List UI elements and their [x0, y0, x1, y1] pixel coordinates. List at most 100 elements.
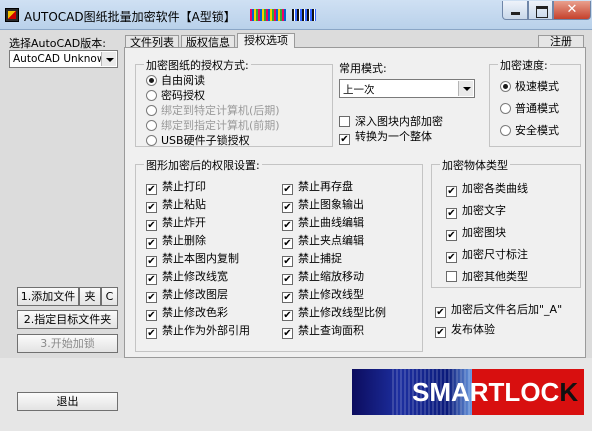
checkbox-box[interactable]: ✔: [146, 310, 157, 321]
clear-button[interactable]: C: [101, 287, 118, 306]
publish-checkbox[interactable]: ✔ 发布体验: [435, 324, 495, 338]
checkbox-box[interactable]: ✔: [282, 328, 293, 339]
permission-checkbox[interactable]: ✔ 禁止查询面积: [282, 325, 364, 339]
deep-encrypt-checkbox[interactable]: 深入图块内部加密: [339, 116, 443, 128]
checkbox-box[interactable]: ✔: [146, 292, 157, 303]
auth-radio-password[interactable]: 密码授权: [146, 90, 205, 102]
object-type-checkbox[interactable]: ✔ 加密各类曲线: [446, 183, 528, 197]
permission-checkbox[interactable]: ✔ 禁止修改线型比例: [282, 307, 386, 321]
radio-indicator[interactable]: [500, 103, 511, 114]
permission-checkbox[interactable]: ✔ 禁止缩放移动: [282, 271, 364, 285]
tab-auth-options[interactable]: 授权选项: [237, 33, 295, 48]
checkbox-box[interactable]: [339, 116, 350, 127]
checkbox-label: 禁止本图内复制: [162, 252, 239, 265]
checkbox-label: 禁止再存盘: [298, 180, 353, 193]
checkbox-box[interactable]: ✔: [435, 307, 446, 318]
permission-checkbox[interactable]: ✔ 禁止修改图层: [146, 289, 228, 303]
permission-checkbox[interactable]: ✔ 禁止再存盘: [282, 181, 353, 195]
radio-indicator[interactable]: [500, 125, 511, 136]
autocad-version-select[interactable]: AutoCAD Unknow: [9, 50, 118, 68]
auth-radio-usb[interactable]: USB硬件子锁授权: [146, 135, 250, 147]
permission-checkbox[interactable]: ✔ 禁止删除: [146, 235, 206, 249]
radio-indicator[interactable]: [146, 90, 157, 101]
permission-checkbox[interactable]: ✔ 禁止修改色彩: [146, 307, 228, 321]
checkbox-box[interactable]: ✔: [146, 256, 157, 267]
add-folder-button[interactable]: 夹: [79, 287, 101, 306]
checkbox-box[interactable]: ✔: [435, 327, 446, 338]
permission-checkbox[interactable]: ✔ 禁止修改线宽: [146, 271, 228, 285]
auth-options-panel: 加密图纸的授权方式: 自由阅读 密码授权 绑定到特定计算机(后期) 绑定到指定计…: [124, 47, 586, 358]
speed-radio-safe[interactable]: 安全模式: [500, 125, 559, 137]
checkbox-box[interactable]: ✔: [282, 184, 293, 195]
add-files-button[interactable]: 1.添加文件: [17, 287, 79, 306]
permission-checkbox[interactable]: ✔ 禁止粘贴: [146, 199, 206, 213]
checkbox-box[interactable]: ✔: [282, 220, 293, 231]
app-icon[interactable]: [5, 8, 19, 22]
permission-checkbox[interactable]: ✔ 禁止炸开: [146, 217, 206, 231]
permission-checkbox[interactable]: ✔ 禁止夹点编辑: [282, 235, 364, 249]
speed-option-label: 安全模式: [515, 124, 559, 137]
radio-indicator[interactable]: [146, 120, 157, 131]
permission-checkbox[interactable]: ✔ 禁止图象输出: [282, 199, 364, 213]
convert-whole-checkbox[interactable]: ✔ 转换为一个整体: [339, 131, 432, 145]
speed-option-label: 普通模式: [515, 102, 559, 115]
permission-checkbox[interactable]: ✔ 禁止捕捉: [282, 253, 342, 267]
radio-indicator[interactable]: [146, 105, 157, 116]
checkbox-label: 禁止修改线型: [298, 288, 364, 301]
checkbox-box[interactable]: ✔: [446, 230, 457, 241]
checkbox-box[interactable]: ✔: [146, 202, 157, 213]
auth-radio-bind-early[interactable]: 绑定到指定计算机(前期): [146, 120, 280, 132]
logo-text: SMARTLOCK: [412, 377, 578, 408]
checkbox-label: 禁止修改色彩: [162, 306, 228, 319]
object-type-checkbox[interactable]: 加密其他类型: [446, 271, 528, 283]
close-button[interactable]: ✕: [553, 1, 591, 20]
checkbox-box[interactable]: ✔: [146, 184, 157, 195]
permission-checkbox[interactable]: ✔ 禁止作为外部引用: [146, 325, 250, 339]
mode-title: 常用模式:: [339, 62, 387, 75]
exit-button[interactable]: 退出: [17, 392, 118, 411]
checkbox-box[interactable]: ✔: [282, 310, 293, 321]
checkbox-box[interactable]: [446, 271, 457, 282]
chevron-down-icon[interactable]: [101, 52, 116, 66]
checkbox-box[interactable]: ✔: [282, 202, 293, 213]
permission-checkbox[interactable]: ✔ 禁止打印: [146, 181, 206, 195]
speed-option-label: 极速模式: [515, 80, 559, 93]
minimize-button[interactable]: [502, 1, 528, 20]
set-target-folder-button[interactable]: 2.指定目标文件夹: [17, 310, 118, 329]
checkbox-label: 禁止查询面积: [298, 324, 364, 337]
checkbox-box[interactable]: ✔: [282, 292, 293, 303]
checkbox-box[interactable]: ✔: [446, 208, 457, 219]
chevron-down-icon[interactable]: [458, 81, 473, 96]
smartlock-logo: SMARTLOCK: [352, 369, 584, 415]
radio-indicator[interactable]: [146, 135, 157, 146]
checkbox-box[interactable]: ✔: [146, 238, 157, 249]
start-lock-button[interactable]: 3.开始加锁: [17, 334, 118, 353]
object-type-checkbox[interactable]: ✔ 加密图块: [446, 227, 506, 241]
checkbox-box[interactable]: ✔: [446, 186, 457, 197]
permission-checkbox[interactable]: ✔ 禁止曲线编辑: [282, 217, 364, 231]
speed-radio-normal[interactable]: 普通模式: [500, 103, 559, 115]
permission-checkbox[interactable]: ✔ 禁止本图内复制: [146, 253, 239, 267]
checkbox-label: 禁止作为外部引用: [162, 324, 250, 337]
suffix-checkbox[interactable]: ✔ 加密后文件名后加"_A": [435, 304, 562, 318]
checkbox-box[interactable]: ✔: [146, 328, 157, 339]
permission-group: 图形加密后的权限设置: ✔ 禁止打印 ✔ 禁止粘贴 ✔ 禁止炸开 ✔ 禁止删除 ✔ 禁止本图内复制…: [135, 157, 423, 352]
auth-radio-bind-late[interactable]: 绑定到特定计算机(后期): [146, 105, 280, 117]
checkbox-box[interactable]: ✔: [146, 220, 157, 231]
speed-radio-fast[interactable]: 极速模式: [500, 81, 559, 93]
mode-select[interactable]: 上一次: [339, 79, 475, 98]
checkbox-box[interactable]: ✔: [339, 134, 350, 145]
maximize-button[interactable]: [528, 1, 553, 20]
checkbox-box[interactable]: ✔: [446, 252, 457, 263]
radio-indicator[interactable]: [500, 81, 511, 92]
object-type-checkbox[interactable]: ✔ 加密尺寸标注: [446, 249, 528, 263]
checkbox-box[interactable]: ✔: [282, 256, 293, 267]
permission-checkbox[interactable]: ✔ 禁止修改线型: [282, 289, 364, 303]
checkbox-box[interactable]: ✔: [146, 274, 157, 285]
radio-indicator[interactable]: [146, 75, 157, 86]
checkbox-box[interactable]: ✔: [282, 238, 293, 249]
speed-title: 加密速度:: [498, 57, 550, 73]
object-type-checkbox[interactable]: ✔ 加密文字: [446, 205, 506, 219]
auth-radio-free[interactable]: 自由阅读: [146, 75, 205, 87]
checkbox-box[interactable]: ✔: [282, 274, 293, 285]
